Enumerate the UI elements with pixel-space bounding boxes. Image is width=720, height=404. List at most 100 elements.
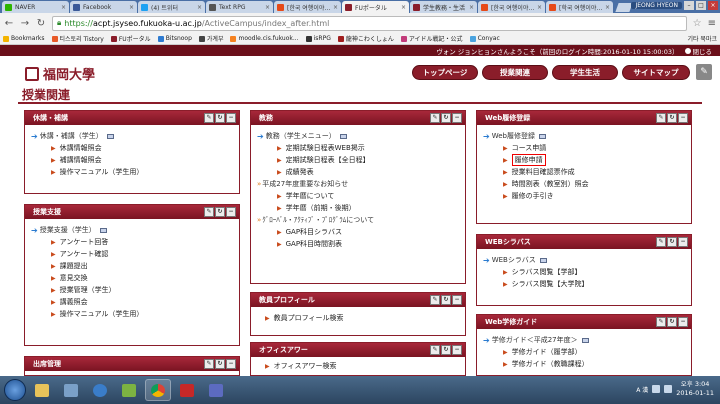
- nav-classes[interactable]: 授業関連: [482, 65, 548, 80]
- new-tab-button[interactable]: [615, 3, 633, 12]
- list-item[interactable]: ▶ GAP科目時間割表: [257, 238, 459, 250]
- ime-indicator[interactable]: A 漢: [636, 385, 648, 394]
- section-link[interactable]: ➔ WEBシラバス: [483, 254, 685, 266]
- browser-tab[interactable]: Text RPG ×: [206, 1, 273, 13]
- network-icon[interactable]: [652, 385, 661, 393]
- bookmark-star-icon[interactable]: ☆: [693, 18, 702, 29]
- section-link[interactable]: ➔ 学修ガイド＜平成27年度＞: [483, 334, 685, 346]
- start-button[interactable]: [4, 379, 26, 401]
- section-link[interactable]: » 平成27年度重要なお知らせ: [257, 178, 459, 190]
- refresh-icon[interactable]: ↻: [441, 295, 451, 305]
- logout-button[interactable]: 閉じる: [684, 46, 712, 56]
- taskbar-app[interactable]: [203, 379, 229, 401]
- browser-tab[interactable]: FUポータル ×: [342, 1, 409, 13]
- browser-tab[interactable]: Facebook ×: [70, 1, 137, 13]
- url-bar[interactable]: 🔒︎ https:// acpt.jsyseo.fukuoka-u.ac.jp …: [52, 15, 687, 31]
- section-link[interactable]: ➔ 授業支援（学生）: [31, 224, 233, 236]
- section-link[interactable]: ➔ 教務（学生メニュー）: [257, 130, 459, 142]
- back-arrow-icon[interactable]: ←: [4, 18, 14, 29]
- close-tab-icon[interactable]: ×: [469, 4, 474, 11]
- list-item[interactable]: ▶ オフィスアワー検索: [257, 360, 459, 372]
- list-item[interactable]: ▶ 操作マニュアル（学生用）: [31, 166, 233, 178]
- list-item[interactable]: ▶ 講義照会: [31, 296, 233, 308]
- bookmark-item[interactable]: moodle.cis.fukuok...: [230, 35, 299, 42]
- list-item[interactable]: ▶ 授業料目確認票作成: [483, 166, 685, 178]
- bookmark-item[interactable]: FUポータル: [110, 34, 151, 43]
- collapse-icon[interactable]: −: [226, 113, 236, 123]
- browser-tab[interactable]: [한국 여행이야기] ×: [478, 1, 545, 13]
- bookmark-item[interactable]: isRPG: [305, 35, 331, 42]
- refresh-icon[interactable]: ↻: [215, 113, 225, 123]
- browser-tab[interactable]: (4) 트위터 ×: [138, 1, 205, 13]
- collapse-icon[interactable]: −: [678, 113, 688, 123]
- taskbar-explorer[interactable]: [29, 379, 55, 401]
- collapse-icon[interactable]: −: [678, 237, 688, 247]
- browser-tab[interactable]: NAVER ×: [2, 1, 69, 13]
- refresh-icon[interactable]: ↻: [441, 113, 451, 123]
- refresh-icon[interactable]: ↻: [215, 359, 225, 369]
- minimize-button[interactable]: –: [684, 1, 694, 10]
- taskbar-chrome[interactable]: [145, 379, 171, 401]
- section-link[interactable]: ➔ 休講・補講（学生）: [31, 130, 233, 142]
- list-item[interactable]: ▶ 定期試験日程表WEB掲示: [257, 142, 459, 154]
- bookmark-item[interactable]: 龍神こわくしょん: [337, 34, 394, 43]
- close-tab-icon[interactable]: ×: [401, 4, 406, 11]
- refresh-icon[interactable]: ↻: [667, 317, 677, 327]
- list-item[interactable]: ▶ 授業管理（学生）: [31, 284, 233, 296]
- list-item[interactable]: ▶ 学年暦（前期・後期）: [257, 202, 459, 214]
- bookmark-item[interactable]: Bitsnoop: [157, 35, 192, 42]
- wrench-icon[interactable]: ✎: [656, 113, 666, 123]
- bookmark-item[interactable]: 티스토리 Tistory: [51, 34, 104, 43]
- nav-sitemap[interactable]: サイトマップ: [622, 65, 690, 80]
- list-item[interactable]: ▶ コース申請: [483, 142, 685, 154]
- nav-student-life[interactable]: 学生生活: [552, 65, 618, 80]
- wrench-icon[interactable]: ✎: [430, 113, 440, 123]
- wrench-icon[interactable]: ✎: [656, 237, 666, 247]
- collapse-icon[interactable]: −: [678, 317, 688, 327]
- course-registration-link[interactable]: ▶ 履修申請: [483, 154, 685, 166]
- list-item[interactable]: ▶ 課題提出: [31, 260, 233, 272]
- taskbar-pdf[interactable]: [174, 379, 200, 401]
- refresh-icon[interactable]: ↻: [215, 207, 225, 217]
- wrench-icon[interactable]: ✎: [204, 113, 214, 123]
- list-item[interactable]: ▶ 学修ガイド（教職課程）: [483, 358, 685, 370]
- browser-menu-icon[interactable]: ≡: [708, 18, 716, 29]
- taskbar-notes[interactable]: [58, 379, 84, 401]
- list-item[interactable]: ▶ 履修の手引き: [483, 190, 685, 202]
- reload-icon[interactable]: ↻: [36, 18, 46, 29]
- wrench-icon[interactable]: ✎: [204, 207, 214, 217]
- close-tab-icon[interactable]: ×: [537, 4, 542, 11]
- settings-wrench-icon[interactable]: ✎: [696, 64, 712, 80]
- clock[interactable]: 오후 3:04 2016-01-11: [676, 380, 714, 398]
- taskbar-mediaplayer[interactable]: [87, 379, 113, 401]
- close-tab-icon[interactable]: ×: [197, 4, 202, 11]
- bookmark-item[interactable]: Conyac: [469, 35, 500, 42]
- bookmark-item[interactable]: 가계부: [198, 34, 223, 43]
- collapse-icon[interactable]: −: [226, 359, 236, 369]
- collapse-icon[interactable]: −: [452, 113, 462, 123]
- list-item[interactable]: ▶ 時間割表（教室別）照会: [483, 178, 685, 190]
- list-item[interactable]: ▶ アンケート確認: [31, 248, 233, 260]
- other-bookmarks[interactable]: 기타 북마크: [687, 34, 717, 43]
- list-item[interactable]: ▶ シラバス閲覧【学部】: [483, 266, 685, 278]
- close-tab-icon[interactable]: ×: [265, 4, 270, 11]
- refresh-icon[interactable]: ↻: [441, 345, 451, 355]
- refresh-icon[interactable]: ↻: [667, 113, 677, 123]
- collapse-icon[interactable]: −: [452, 345, 462, 355]
- list-item[interactable]: ▶ 補講情報照会: [31, 154, 233, 166]
- list-item[interactable]: ▶ アンケート回答: [31, 236, 233, 248]
- list-item[interactable]: ▶ 操作マニュアル（学生用）: [31, 308, 233, 320]
- list-item[interactable]: ▶ 学修ガイド（履学部）: [483, 346, 685, 358]
- browser-tab[interactable]: [학국 여행이야기] ×: [546, 1, 613, 13]
- section-link[interactable]: » ｸﾞﾛｰﾊﾞﾙ・ｱｸﾃｨﾌﾞ・ﾌﾟﾛｸﾞﾗﾑについて: [257, 214, 459, 226]
- list-item[interactable]: ▶ 休講情報照会: [31, 142, 233, 154]
- bookmark-item[interactable]: アイドル戦記・公式: [400, 34, 463, 43]
- close-window-button[interactable]: ×: [708, 1, 718, 10]
- list-item[interactable]: ▶ 定期試験日程表【全日程】: [257, 154, 459, 166]
- collapse-icon[interactable]: −: [226, 207, 236, 217]
- close-tab-icon[interactable]: ×: [605, 4, 610, 11]
- section-link[interactable]: ➔ Web履修登録: [483, 130, 685, 142]
- nav-top-page[interactable]: トップページ: [412, 65, 478, 80]
- refresh-icon[interactable]: ↻: [667, 237, 677, 247]
- list-item[interactable]: ▶ 教員プロフィール検索: [257, 312, 459, 324]
